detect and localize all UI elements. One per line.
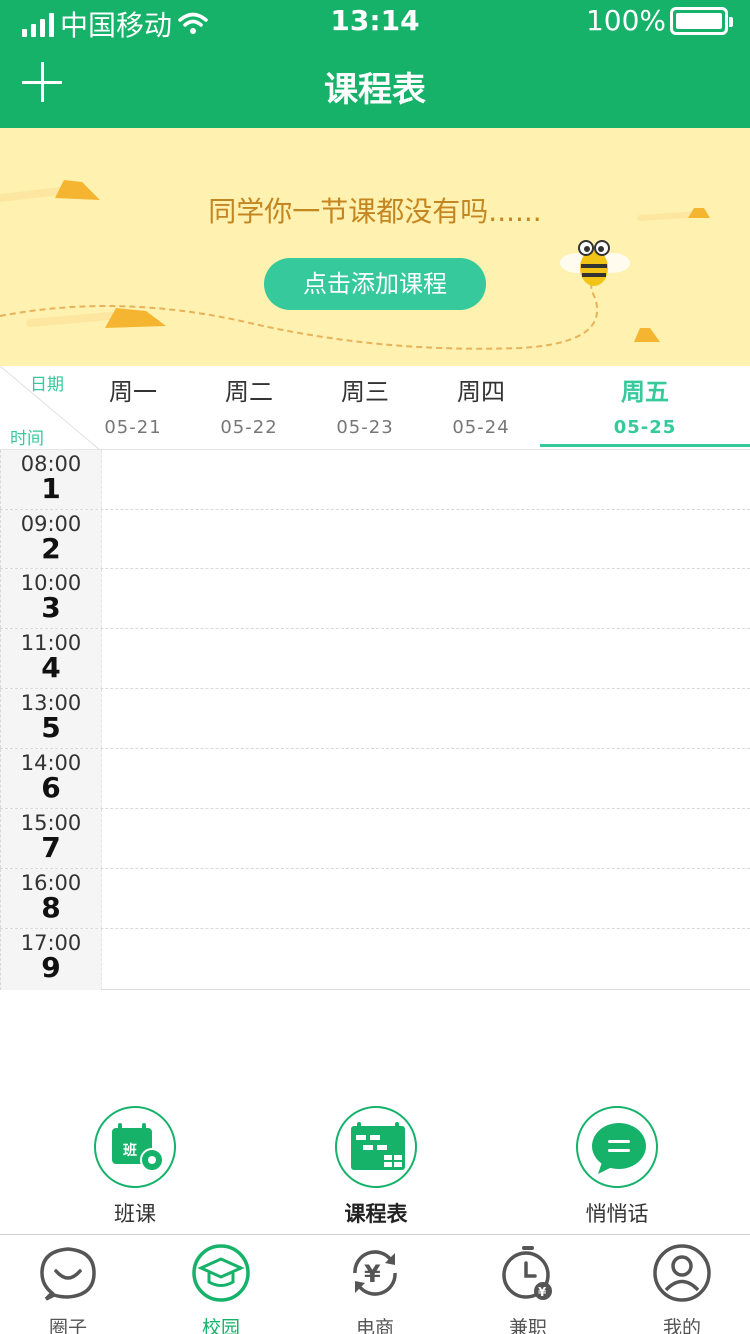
period-number: 3: [41, 591, 61, 624]
svg-text:¥: ¥: [364, 1260, 381, 1288]
period-row[interactable]: 11:00 4: [0, 629, 750, 689]
tab-label: 兼职: [508, 1317, 547, 1334]
empty-course-banner: 同学你一节课都没有吗...... 点击添加课程: [0, 128, 750, 366]
period-row[interactable]: 08:00 1: [0, 450, 750, 510]
user-icon: [653, 1244, 711, 1302]
page-title: 课程表: [324, 70, 426, 110]
period-number: 7: [41, 831, 61, 864]
period-row[interactable]: 15:00 7: [0, 809, 750, 869]
day-column-tue[interactable]: 周二 05-22: [191, 366, 307, 450]
graduation-cap-icon: [192, 1244, 250, 1302]
period-number: 4: [41, 651, 61, 684]
day-name: 周四: [457, 378, 505, 406]
period-row[interactable]: 16:00 8: [0, 869, 750, 929]
yen-icon: ¥: [353, 1250, 397, 1296]
app-header: 中国移动 13:14 100% 课程表: [0, 0, 750, 128]
circle-smile-icon: [40, 1247, 96, 1301]
day-column-wed[interactable]: 周三 05-23: [307, 366, 423, 450]
add-course-button[interactable]: 点击添加课程: [264, 258, 486, 310]
tab-circle[interactable]: 圈子: [8, 1243, 128, 1334]
period-time-cell: 15:00 7: [0, 809, 102, 868]
timetable-action[interactable]: 课程表: [306, 1106, 446, 1228]
day-name: 周三: [341, 378, 389, 406]
whisper-action[interactable]: 悄悄话: [547, 1106, 687, 1228]
tab-label: 校园: [201, 1317, 240, 1334]
day-column-fri[interactable]: 周五 05-25: [587, 366, 703, 450]
tab-label: 电商: [355, 1317, 394, 1334]
bottom-tab-bar: 圈子 校园 ¥ 电商 ¥ 兼职 我的: [0, 1234, 750, 1334]
period-time-cell: 14:00 6: [0, 749, 102, 808]
day-date: 05-24: [452, 417, 510, 438]
period-row[interactable]: 10:00 3: [0, 569, 750, 629]
day-name: 周一: [109, 378, 157, 406]
period-row[interactable]: 09:00 2: [0, 510, 750, 569]
class-settings-icon: 班: [112, 1123, 164, 1172]
period-number: 1: [41, 472, 61, 505]
period-row[interactable]: 14:00 6: [0, 749, 750, 809]
svg-text:¥: ¥: [538, 1285, 547, 1299]
battery-percent: 100%: [585, 4, 666, 37]
period-row[interactable]: 13:00 5: [0, 689, 750, 749]
banner-illustration: [0, 180, 710, 350]
period-time-cell: 08:00 1: [0, 450, 102, 509]
period-number: 6: [41, 771, 61, 804]
period-time-cell: 16:00 8: [0, 869, 102, 928]
svg-text:班: 班: [123, 1142, 137, 1159]
date-label: 日期: [30, 375, 64, 395]
period-time-cell: 10:00 3: [0, 569, 102, 628]
tab-label: 我的: [662, 1317, 701, 1334]
tab-label: 圈子: [48, 1317, 87, 1334]
status-bar: 中国移动 13:14 100%: [0, 0, 750, 42]
tab-campus[interactable]: 校园: [161, 1243, 281, 1334]
tab-mine[interactable]: 我的: [622, 1243, 742, 1334]
timetable-icon: [351, 1122, 405, 1170]
day-date: 05-21: [104, 417, 162, 438]
day-column-mon[interactable]: 周一 05-21: [75, 366, 191, 450]
period-number: 5: [41, 711, 61, 744]
period-time-cell: 09:00 2: [0, 510, 102, 568]
period-time-cell: 17:00 9: [0, 929, 102, 990]
day-date: 05-23: [336, 417, 394, 438]
period-time-cell: 13:00 5: [0, 689, 102, 748]
chat-bubble-icon: [592, 1123, 646, 1174]
day-date: 05-22: [220, 417, 278, 438]
empty-course-message: 同学你一节课都没有吗......: [208, 195, 542, 228]
clock-yen-icon: ¥: [502, 1246, 552, 1300]
class-course-action[interactable]: 班 班课: [65, 1106, 205, 1228]
day-column-thu[interactable]: 周四 05-24: [423, 366, 539, 450]
day-name: 周二: [225, 378, 273, 406]
timetable-grid: 08:00 1 09:00 2 10:00 3 11:00 4 13:00 5 …: [0, 450, 750, 990]
period-row[interactable]: 17:00 9: [0, 929, 750, 990]
week-header: 日期 时间 周一 05-21 周二 05-22 周三 05-23 周四 05-2…: [0, 366, 750, 450]
period-time-cell: 11:00 4: [0, 629, 102, 688]
period-number: 8: [41, 891, 61, 924]
period-number: 2: [41, 532, 61, 565]
battery-icon: [670, 6, 733, 35]
time-label: 时间: [10, 429, 44, 449]
tab-ecommerce[interactable]: ¥ 电商: [315, 1243, 435, 1334]
action-label: 班课: [114, 1202, 156, 1226]
day-name: 周五: [621, 378, 669, 406]
day-date: 05-25: [613, 417, 677, 438]
tab-parttime[interactable]: ¥ 兼职: [468, 1243, 588, 1334]
action-label: 悄悄话: [585, 1202, 649, 1226]
active-day-indicator: [540, 444, 750, 447]
period-number: 9: [41, 951, 61, 984]
action-label: 课程表: [344, 1202, 408, 1226]
